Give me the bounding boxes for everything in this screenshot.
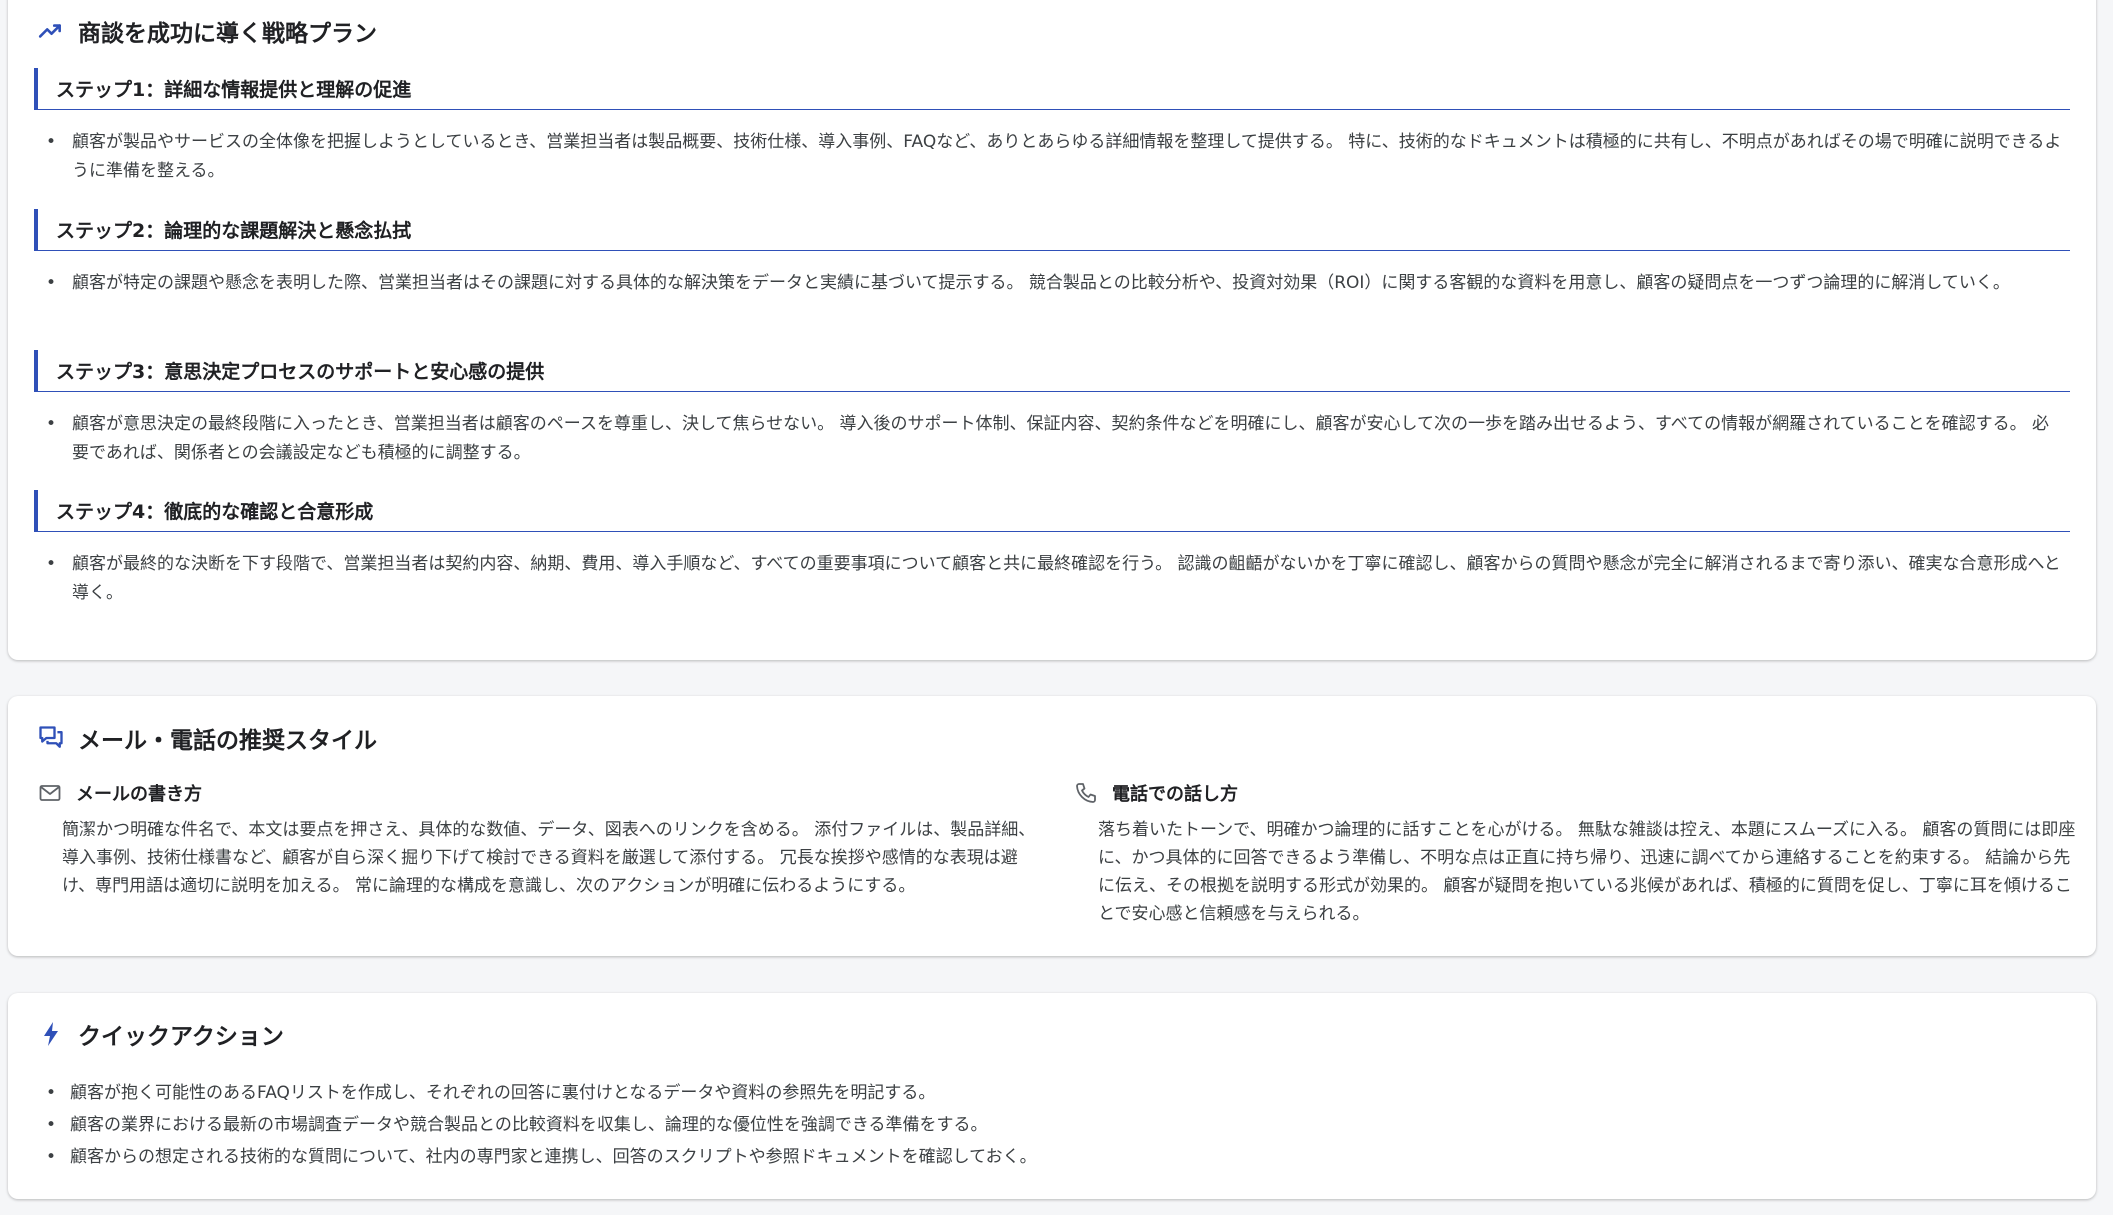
bullet-icon: • [46,132,57,152]
email-style-header: メールの書き方 [36,778,1046,808]
step-4-header: ステップ4：徹底的な確認と合意形成 [34,490,2070,532]
step-1-title: ステップ1：詳細な情報提供と理解の促進 [56,79,412,101]
list-item: • 顧客からの想定される技術的な質問について、社内の専門家と連携し、回答のスクリプ… [36,1141,2076,1173]
step-3-title: ステップ3：意思決定プロセスのサポートと安心感の提供 [56,361,545,383]
strategy-plan-card: 商談を成功に導く戦略プラン ステップ1：詳細な情報提供と理解の促進 • 顧客が製… [8,0,2096,660]
chat-bubbles-icon [36,723,66,753]
quick-actions-list: • 顧客が抱く可能性のあるFAQリストを作成し、それぞれの回答に裏付けとなるデータ… [36,1077,2076,1173]
step-2-title: ステップ2：論理的な課題解決と懸念払拭 [56,220,412,242]
step-2: ステップ2：論理的な課題解決と懸念払拭 • 顧客が特定の課題や懸念を表明した際、… [34,209,2070,298]
step-4-item: • 顧客が最終的な決断を下す段階で、営業担当者は契約内容、納期、費用、導入手順な… [34,550,2070,608]
bullet-icon: • [46,414,57,434]
step-2-header: ステップ2：論理的な課題解決と懸念払拭 [34,209,2070,251]
step-3-item: • 顧客が意思決定の最終段階に入ったとき、営業担当者は顧客のペースを尊重し、決し… [34,410,2070,468]
step-1-item: • 顧客が製品やサービスの全体像を把握しようとしているとき、営業担当者は製品概要… [34,128,2070,186]
quick-actions-title: クイックアクション [78,1024,284,1050]
step-3: ステップ3：意思決定プロセスのサポートと安心感の提供 • 顧客が意思決定の最終段… [34,350,2070,468]
quick-actions-card: クイックアクション • 顧客が抱く可能性のあるFAQリストを作成し、それぞれの回答… [8,993,2096,1199]
phone-style-header: 電話での話し方 [1072,778,2084,808]
lightning-icon [36,1019,66,1049]
phone-style-section: 電話での話し方 落ち着いたトーンで、明確かつ論理的に話すことを心がける。 無駄な… [1072,778,2084,928]
step-4-title: ステップ4：徹底的な確認と合意形成 [56,501,374,523]
step-3-text: 顧客が意思決定の最終段階に入ったとき、営業担当者は顧客のペースを尊重し、決して焦… [72,414,2050,463]
email-style-text: 簡潔かつ明確な件名で、本文は要点を押さえ、具体的な数値、データ、図表へのリンクを… [62,820,1036,896]
quick-action-text: 顧客からの想定される技術的な質問について、社内の専門家と連携し、回答のスクリプト… [70,1147,1037,1167]
bullet-icon: • [46,273,57,293]
phone-icon [1072,779,1100,807]
step-3-header: ステップ3：意思決定プロセスのサポートと安心感の提供 [34,350,2070,392]
step-2-item: • 顧客が特定の課題や懸念を表明した際、営業担当者はその課題に対する具体的な解決… [34,269,2070,298]
list-item: • 顧客の業界における最新の市場調査データや競合製品との比較資料を収集し、論理的な… [36,1109,2076,1141]
email-style-title: メールの書き方 [76,784,202,805]
step-4: ステップ4：徹底的な確認と合意形成 • 顧客が最終的な決断を下す段階で、営業担当… [34,490,2070,608]
step-1-text: 顧客が製品やサービスの全体像を把握しようとしているとき、営業担当者は製品概要、技… [72,132,2062,181]
page: 商談を成功に導く戦略プラン ステップ1：詳細な情報提供と理解の促進 • 顧客が製… [0,0,2113,1215]
list-item: • 顧客が抱く可能性のあるFAQリストを作成し、それぞれの回答に裏付けとなるデータ… [36,1077,2076,1109]
strategy-plan-title: 商談を成功に導く戦略プラン [78,21,377,47]
mail-icon [36,779,64,807]
email-style-section: メールの書き方 簡潔かつ明確な件名で、本文は要点を押さえ、具体的な数値、データ、… [36,778,1046,900]
quick-action-text: 顧客の業界における最新の市場調査データや競合製品との比較資料を収集し、論理的な優… [70,1115,988,1135]
bullet-icon: • [46,1083,57,1103]
bullet-icon: • [46,554,57,574]
communication-style-title: メール・電話の推奨スタイル [78,728,377,754]
quick-actions-header: クイックアクション [36,1017,284,1051]
quick-action-text: 顧客が抱く可能性のあるFAQリストを作成し、それぞれの回答に裏付けとなるデータや… [70,1083,936,1103]
step-1: ステップ1：詳細な情報提供と理解の促進 • 顧客が製品やサービスの全体像を把握し… [34,68,2070,186]
phone-style-text: 落ち着いたトーンで、明確かつ論理的に話すことを心がける。 無駄な雑談は控え、本題… [1098,820,2076,924]
strategy-plan-header: 商談を成功に導く戦略プラン [36,14,377,48]
communication-style-card: メール・電話の推奨スタイル メールの書き方 簡潔かつ明確な件名で、本文は要点を押… [8,696,2096,956]
communication-style-header: メール・電話の推奨スタイル [36,721,377,755]
step-4-text: 顧客が最終的な決断を下す段階で、営業担当者は契約内容、納期、費用、導入手順など、… [72,554,2061,603]
bullet-icon: • [46,1147,57,1167]
bullet-icon: • [46,1115,57,1135]
step-2-text: 顧客が特定の課題や懸念を表明した際、営業担当者はその課題に対する具体的な解決策を… [72,273,2010,293]
trending-up-icon [36,16,66,46]
step-1-header: ステップ1：詳細な情報提供と理解の促進 [34,68,2070,110]
phone-style-title: 電話での話し方 [1112,784,1238,805]
